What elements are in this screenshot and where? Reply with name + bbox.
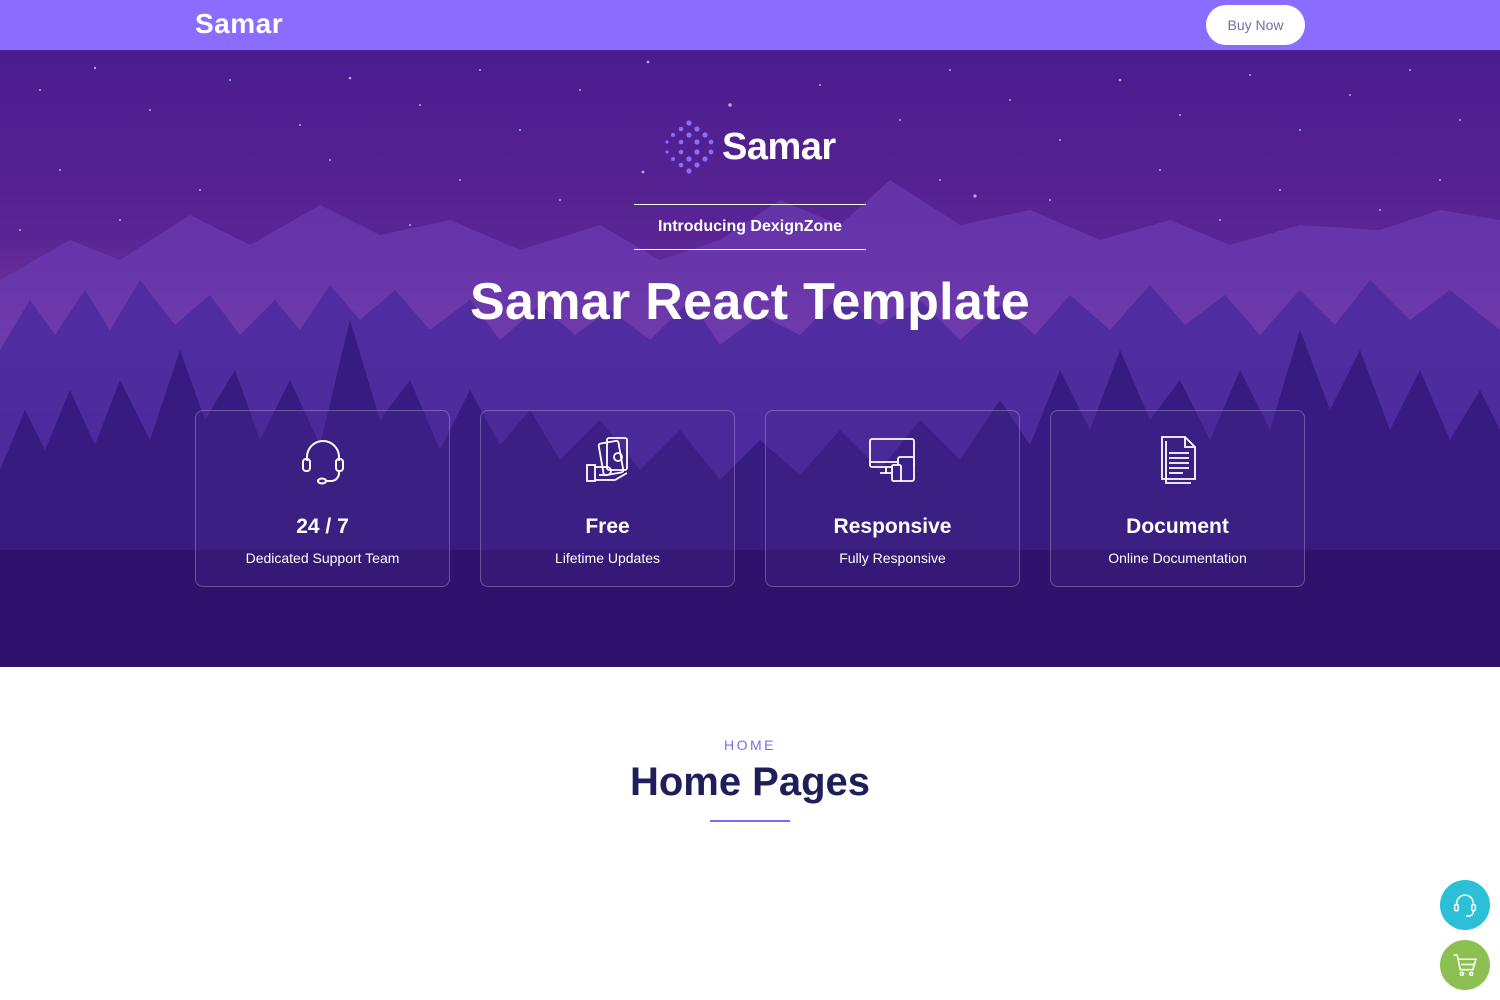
section-title: Home Pages — [629, 760, 871, 804]
feature-card-subtitle: Dedicated Support Team — [245, 550, 400, 566]
section-title-underline — [710, 820, 790, 822]
dotted-hexagon-logo-icon — [665, 120, 714, 174]
buy-now-button[interactable]: Buy Now — [1206, 5, 1305, 45]
floating-support-button[interactable] — [1440, 880, 1490, 930]
headset-icon — [302, 440, 344, 485]
feature-card-support[interactable]: 24 / 7 Dedicated Support Team — [195, 410, 450, 587]
floating-cart-button[interactable] — [1440, 940, 1490, 990]
devices-icon — [869, 438, 915, 482]
hero-title: Samar React Template — [470, 273, 1030, 331]
feature-card-responsive[interactable]: Responsive Fully Responsive — [765, 410, 1020, 587]
document-icon — [1161, 436, 1196, 484]
intro-tagline: Introducing DexignZone — [634, 204, 866, 250]
feature-cards: 24 / 7 Dedicated Support Team Free Lifet… — [195, 410, 1305, 587]
feature-card-title: Responsive — [833, 515, 952, 538]
feature-card-subtitle: Online Documentation — [1108, 550, 1247, 566]
feature-card-subtitle: Lifetime Updates — [554, 550, 661, 566]
section-eyebrow-label: HOME — [724, 737, 776, 753]
feature-card-title: 24 / 7 — [296, 515, 349, 538]
feature-card-document[interactable]: Document Online Documentation — [1050, 410, 1305, 587]
hero-logo: Samar — [664, 120, 836, 174]
feature-card-free[interactable]: Free Lifetime Updates — [480, 410, 735, 587]
money-hand-icon — [586, 437, 628, 482]
feature-card-subtitle: Fully Responsive — [839, 550, 946, 566]
cart-icon — [1453, 954, 1477, 977]
top-navbar: Samar Buy Now — [0, 0, 1500, 50]
hero-section: Samar Introducing DexignZone Samar React… — [0, 50, 1500, 667]
brand-logo-text[interactable]: Samar — [195, 8, 283, 40]
headset-icon — [1453, 894, 1477, 917]
feature-card-title: Free — [585, 515, 630, 538]
feature-card-title: Document — [1126, 515, 1229, 538]
hero-logo-name: Samar — [722, 125, 836, 168]
